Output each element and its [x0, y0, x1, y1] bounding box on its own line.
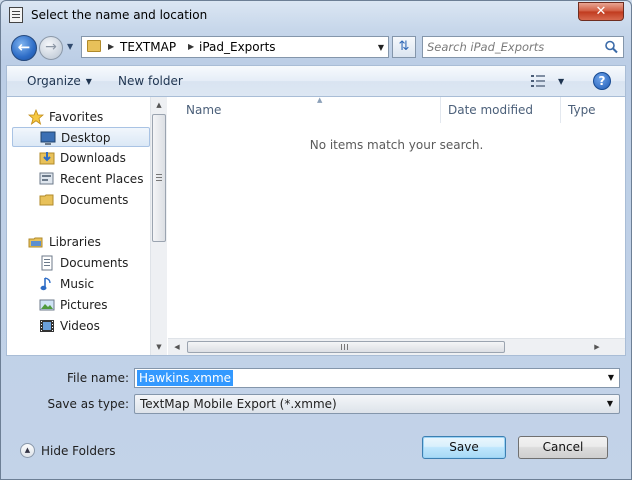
nav-label: Downloads — [60, 151, 126, 165]
command-toolbar: Organize ▼ New folder ▼ ? — [6, 65, 626, 96]
save-button[interactable]: Save — [422, 436, 506, 459]
nav-label: Recent Places — [60, 172, 144, 186]
breadcrumb-separator-icon[interactable]: ▶ — [188, 42, 194, 51]
views-icon[interactable] — [531, 75, 547, 87]
save-as-type-value: TextMap Mobile Export (*.xmme) — [140, 397, 337, 411]
sidebar-item-recent-places[interactable]: Recent Places — [39, 169, 149, 189]
chevron-down-icon: ▼ — [85, 77, 92, 86]
sidebar-item-pictures[interactable]: Pictures — [39, 295, 149, 315]
help-icon[interactable]: ? — [593, 72, 611, 90]
videos-icon — [40, 320, 54, 332]
sidebar-item-desktop[interactable]: Desktop — [12, 127, 150, 147]
column-label: Type — [568, 103, 596, 117]
breadcrumb-item[interactable]: iPad_Exports — [199, 40, 276, 54]
folder-icon — [87, 40, 101, 52]
organize-label: Organize — [27, 74, 81, 88]
breadcrumb-item[interactable]: TEXTMAP — [120, 40, 176, 54]
empty-list-message: No items match your search. — [309, 138, 484, 152]
scrollbar-thumb[interactable] — [152, 114, 166, 242]
save-as-type-select[interactable]: TextMap Mobile Export (*.xmme) ▼ — [134, 394, 620, 414]
horizontal-scrollbar[interactable]: ◀ ▶ — [168, 338, 625, 355]
search-box[interactable] — [422, 36, 624, 58]
column-label: Date modified — [448, 103, 534, 117]
organize-button[interactable]: Organize ▼ — [27, 74, 92, 88]
star-icon — [28, 109, 44, 125]
nav-label: Documents — [60, 256, 129, 270]
column-label: Name — [186, 103, 222, 117]
file-name-label: File name: — [67, 371, 129, 385]
folder-icon — [39, 194, 54, 206]
chevron-up-icon: ▲ — [20, 443, 35, 458]
pictures-icon — [39, 299, 55, 311]
refresh-icon: ⇅ — [398, 39, 410, 54]
search-icon[interactable] — [604, 40, 618, 54]
recent-places-icon — [39, 172, 54, 185]
app-document-icon — [9, 7, 23, 23]
nav-label: Libraries — [49, 235, 101, 249]
sidebar-item-documents[interactable]: Documents — [39, 190, 149, 210]
address-bar[interactable]: ▶ TEXTMAP ▶ iPad_Exports ▼ — [81, 36, 389, 58]
nav-label: Favorites — [49, 110, 104, 124]
address-dropdown-icon[interactable]: ▼ — [378, 43, 384, 52]
music-icon — [40, 277, 51, 291]
scroll-left-arrow-icon[interactable]: ◀ — [169, 339, 185, 355]
grip-icon — [341, 344, 348, 350]
search-input[interactable] — [427, 39, 597, 55]
hide-folders-label: Hide Folders — [41, 444, 116, 458]
chevron-down-icon[interactable]: ▼ — [603, 369, 619, 387]
navigation-scrollbar[interactable]: ▲ ▼ — [150, 97, 167, 355]
nav-favorites-header[interactable]: Favorites — [28, 107, 138, 127]
forward-arrow-icon[interactable]: → — [39, 36, 63, 60]
documents-library-icon — [41, 255, 53, 271]
file-name-value[interactable]: Hawkins.xmme — [137, 370, 234, 386]
save-as-type-label: Save as type: — [47, 397, 129, 411]
nav-label: Documents — [60, 193, 129, 207]
nav-label: Videos — [60, 319, 100, 333]
nav-libraries-header[interactable]: Libraries — [28, 232, 138, 252]
column-header-date-modified[interactable]: Date modified — [440, 97, 560, 123]
title-bar[interactable]: Select the name and location ✕ — [1, 1, 631, 29]
close-button[interactable]: ✕ — [578, 2, 624, 21]
navigation-pane: Favorites Desktop Downloads Recent Place… — [7, 97, 150, 355]
nav-label: Pictures — [60, 298, 108, 312]
sidebar-item-downloads[interactable]: Downloads — [39, 148, 149, 168]
views-chevron-down-icon[interactable]: ▼ — [558, 77, 564, 86]
back-arrow-icon[interactable]: ← — [11, 35, 37, 61]
grip-icon — [156, 174, 162, 181]
scroll-down-arrow-icon[interactable]: ▼ — [151, 339, 167, 355]
refresh-button[interactable]: ⇅ — [392, 36, 416, 58]
scroll-right-arrow-icon[interactable]: ▶ — [589, 339, 605, 355]
libraries-icon — [28, 237, 43, 248]
desktop-icon — [40, 131, 56, 145]
downloads-icon — [39, 152, 55, 165]
file-list-pane: Name ▲ Date modified Type No items match… — [168, 96, 625, 355]
save-dialog-window: Select the name and location ✕ ← → ▼ ▶ T… — [0, 0, 632, 480]
sidebar-item-library-documents[interactable]: Documents — [39, 253, 149, 273]
browser-content: Favorites Desktop Downloads Recent Place… — [6, 96, 626, 356]
new-folder-button[interactable]: New folder — [118, 74, 183, 88]
sidebar-item-videos[interactable]: Videos — [39, 316, 149, 336]
column-header-name[interactable]: Name ▲ — [178, 96, 440, 123]
chevron-down-icon[interactable]: ▼ — [603, 395, 617, 413]
nav-label: Desktop — [61, 131, 111, 145]
breadcrumb-separator-icon[interactable]: ▶ — [108, 42, 114, 51]
scroll-up-arrow-icon[interactable]: ▲ — [151, 97, 167, 113]
sidebar-item-music[interactable]: Music — [39, 274, 149, 294]
sort-ascending-icon: ▲ — [317, 96, 323, 104]
window-title: Select the name and location — [31, 8, 208, 22]
file-name-field[interactable]: Hawkins.xmme ▼ — [134, 368, 620, 388]
scrollbar-thumb[interactable] — [187, 341, 505, 353]
column-header-type[interactable]: Type — [560, 97, 624, 123]
recent-locations-chevron-icon[interactable]: ▼ — [67, 42, 77, 52]
nav-label: Music — [60, 277, 95, 291]
cancel-button[interactable]: Cancel — [518, 436, 608, 459]
